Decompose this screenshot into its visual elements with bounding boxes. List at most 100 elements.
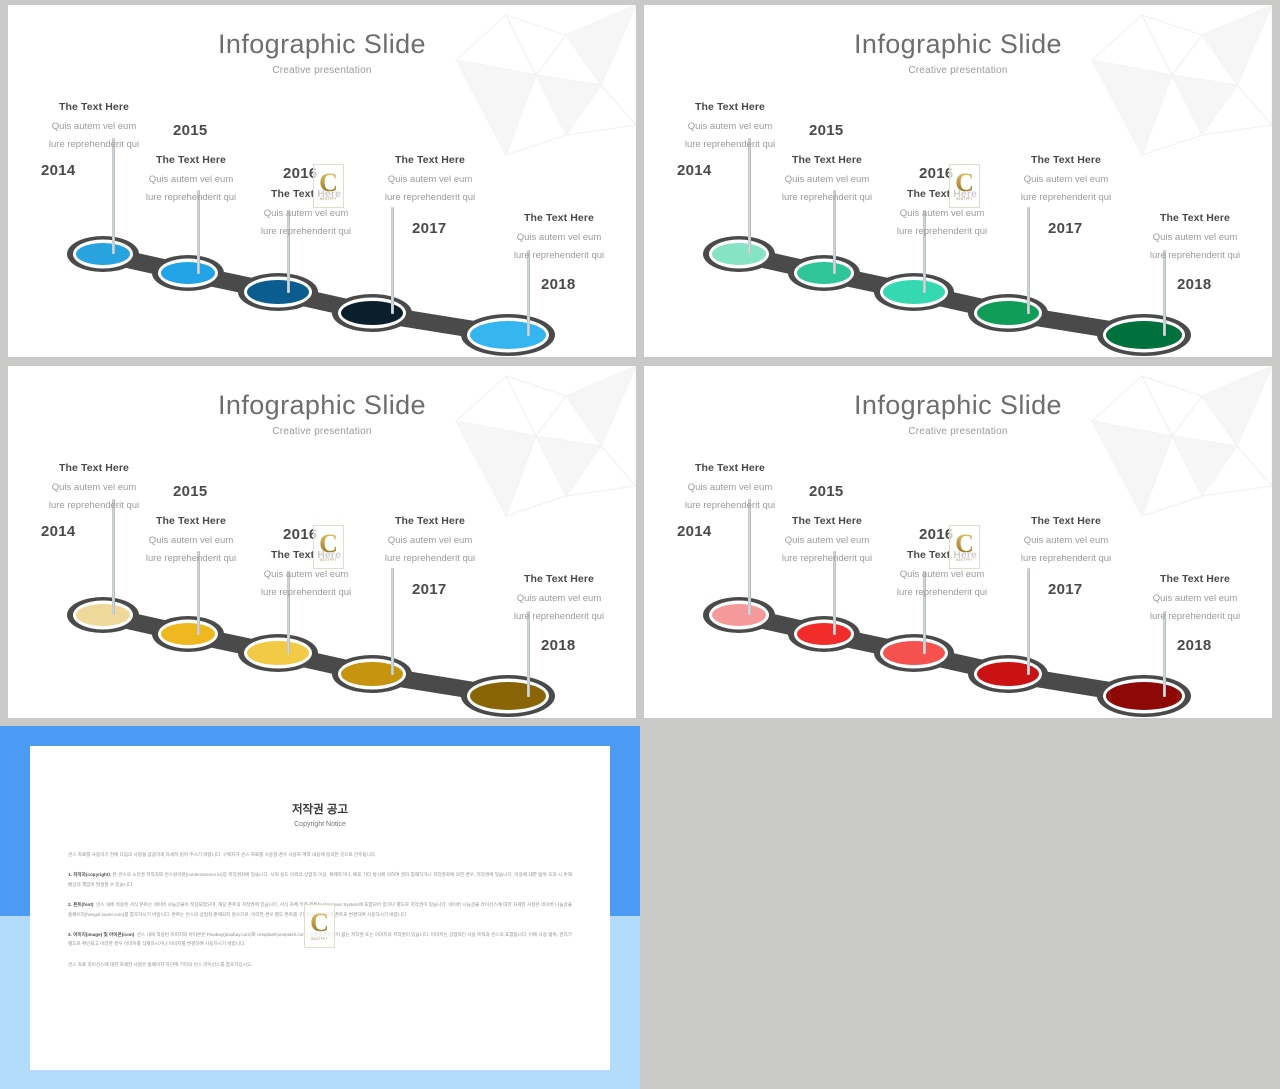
marker-core <box>247 641 309 665</box>
copyright-document: 저작권 공고 Copyright Notice 씬스 자료를 사용하기 전에 다… <box>30 746 610 1070</box>
step-line-1: Quis autem vel eum <box>51 121 137 132</box>
watermark-caption: BESTPPT <box>320 558 337 563</box>
timeline-step-text: The Text Here Quis autem vel eum lure repr… <box>644 101 823 150</box>
timeline-marker[interactable] <box>1097 314 1191 356</box>
step-line-2: lure reprehenderit qui <box>48 139 140 150</box>
timeline-step-text: The Text Here Quis autem vel eum lure repr… <box>337 154 523 203</box>
timeline-marker[interactable] <box>152 255 224 291</box>
timeline-step-text: The Text Here Quis autem vel eum lure repr… <box>644 462 823 511</box>
timeline-marker[interactable] <box>238 273 318 311</box>
timeline-year-label: 2015 <box>809 122 844 139</box>
slide-red[interactable]: Infographic Slide Creative presentation … <box>644 366 1272 718</box>
marker-core <box>470 682 546 710</box>
timeline-graphic: The Text Here Quis autem vel eum lure repr… <box>644 5 1272 357</box>
timeline-year-label: 2014 <box>41 523 76 540</box>
timeline-year-label: 2017 <box>1048 220 1083 237</box>
timeline-graphic: The Text Here Quis autem vel eum lure repr… <box>8 5 636 357</box>
timeline-year-label: 2018 <box>1177 276 1212 293</box>
timeline-marker[interactable] <box>332 294 412 332</box>
slide-yellow[interactable]: Infographic Slide Creative presentation … <box>8 366 636 718</box>
marker-core <box>161 623 215 645</box>
copyright-intro: 씬스 자료를 사용하기 전에 다음의 사항을 꼼꼼하게 자세히 읽어 주시기 바… <box>68 852 377 857</box>
timeline-year-label: 2015 <box>809 483 844 500</box>
step-heading: The Text Here <box>395 154 465 166</box>
step-line-2: lure reprehenderit qui <box>513 611 605 622</box>
step-line-1: Quis autem vel eum <box>51 482 137 493</box>
watermark-caption: BESTPPT <box>956 558 973 563</box>
marker-core <box>76 604 130 626</box>
watermark-letter: C <box>319 529 338 559</box>
timeline-marker[interactable] <box>788 616 860 652</box>
step-line-1: Quis autem vel eum <box>387 174 473 185</box>
timeline-marker[interactable] <box>238 634 318 672</box>
slide-blue[interactable]: Infographic Slide Creative presentation … <box>8 5 636 357</box>
copyright-section-label: 3. 이미지(image) 및 아이콘(icon) <box>68 932 135 938</box>
step-line-1: Quis autem vel eum <box>784 174 870 185</box>
step-line-2: lure reprehenderit qui <box>684 500 776 511</box>
timeline-marker[interactable] <box>67 236 139 272</box>
timeline-step-text: The Text Here Quis autem vel eum lure repr… <box>973 515 1159 564</box>
timeline-year-label: 2017 <box>412 581 447 598</box>
timeline-graphic: The Text Here Quis autem vel eum lure repr… <box>644 366 1272 718</box>
slide-green[interactable]: Infographic Slide Creative presentation … <box>644 5 1272 357</box>
timeline-marker[interactable] <box>874 634 954 672</box>
timeline-marker[interactable] <box>703 597 775 633</box>
marker-core <box>712 604 766 626</box>
timeline-year-label: 2014 <box>677 523 712 540</box>
timeline-marker[interactable] <box>461 314 555 356</box>
timeline-marker[interactable] <box>1097 675 1191 717</box>
marker-core <box>247 280 309 304</box>
timeline-year-label: 2014 <box>41 162 76 179</box>
marker-core <box>76 243 130 265</box>
timeline-marker[interactable] <box>332 655 412 693</box>
step-line-2: lure reprehenderit qui <box>1149 250 1241 261</box>
marker-core <box>883 280 945 304</box>
timeline-marker[interactable] <box>968 655 1048 693</box>
timeline-marker[interactable] <box>788 255 860 291</box>
watermark-logo-icon: C BESTPPT <box>304 904 335 948</box>
step-line-1: Quis autem vel eum <box>1023 535 1109 546</box>
screenshot-root: Infographic Slide Creative presentation … <box>0 0 1280 1089</box>
timeline-year-label: 2014 <box>677 162 712 179</box>
step-heading: The Text Here <box>695 462 765 474</box>
step-line-1: Quis autem vel eum <box>1023 174 1109 185</box>
timeline-marker[interactable] <box>968 294 1048 332</box>
step-heading: The Text Here <box>1160 212 1230 224</box>
timeline-marker[interactable] <box>461 675 555 717</box>
copyright-panel: 저작권 공고 Copyright Notice 씬스 자료를 사용하기 전에 다… <box>0 726 640 1089</box>
timeline-year-label: 2018 <box>1177 637 1212 654</box>
step-line-2: lure reprehenderit qui <box>48 500 140 511</box>
timeline-step-text: The Text Here Quis autem vel eum lure repr… <box>1102 212 1272 261</box>
timeline-marker[interactable] <box>67 597 139 633</box>
copyright-section-label: 1. 저작자(copyright) <box>68 872 110 878</box>
watermark-caption: BESTPPT <box>311 937 328 942</box>
step-heading: The Text Here <box>695 101 765 113</box>
copyright-title: 저작권 공고 <box>291 804 349 816</box>
timeline-marker[interactable] <box>703 236 775 272</box>
step-heading: The Text Here <box>524 212 594 224</box>
step-line-1: Quis autem vel eum <box>1152 593 1238 604</box>
timeline-step-text: The Text Here Quis autem vel eum lure repr… <box>973 154 1159 203</box>
step-line-2: lure reprehenderit qui <box>384 192 476 203</box>
timeline-marker[interactable] <box>152 616 224 652</box>
marker-core <box>470 321 546 349</box>
step-heading: The Text Here <box>395 515 465 527</box>
watermark-logo-icon: C BESTPPT <box>949 525 980 569</box>
timeline-step-text: The Text Here Quis autem vel eum lure repr… <box>337 515 523 564</box>
step-line-1: Quis autem vel eum <box>263 569 349 580</box>
step-heading: The Text Here <box>792 154 862 166</box>
timeline-pole <box>527 250 530 336</box>
timeline-marker[interactable] <box>874 273 954 311</box>
timeline-step-text: The Text Here Quis autem vel eum lure repr… <box>8 462 187 511</box>
step-line-2: lure reprehenderit qui <box>260 226 352 237</box>
step-line-1: Quis autem vel eum <box>263 208 349 219</box>
step-line-1: Quis autem vel eum <box>784 535 870 546</box>
step-line-2: lure reprehenderit qui <box>384 553 476 564</box>
copyright-section-text: : 본 씬스의 소유권 저작자와 씬스원이원(contentsmeno.kr)장… <box>68 872 572 887</box>
step-line-1: Quis autem vel eum <box>1152 232 1238 243</box>
marker-core <box>797 262 851 284</box>
step-line-1: Quis autem vel eum <box>899 569 985 580</box>
watermark-logo-icon: C BESTPPT <box>313 164 344 208</box>
marker-core <box>797 623 851 645</box>
marker-core <box>161 262 215 284</box>
